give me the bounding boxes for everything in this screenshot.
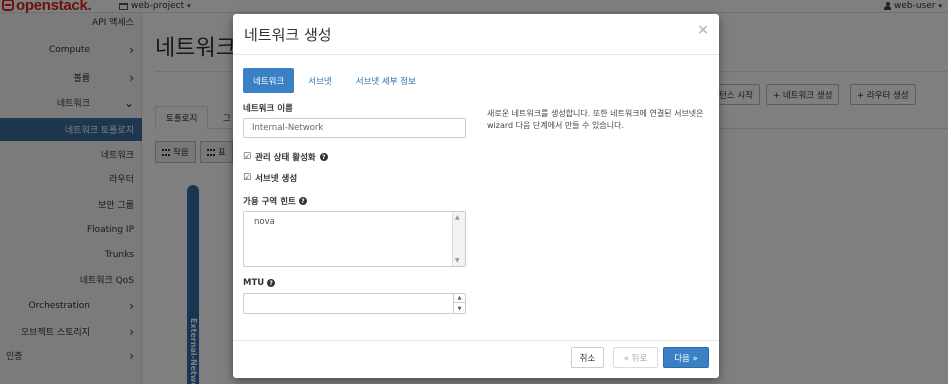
network-name-label: 네트워크 이름: [243, 104, 293, 114]
tab-subnet[interactable]: 서브넷: [298, 68, 341, 93]
mtu-label: MTU ?: [243, 278, 276, 288]
mtu-stepper[interactable]: ▲ ▼: [453, 294, 465, 313]
decrement-icon[interactable]: ▼: [454, 304, 465, 313]
close-icon[interactable]: ×: [697, 22, 709, 38]
cancel-button[interactable]: 취소: [571, 347, 604, 368]
mtu-input[interactable]: ▲ ▼: [243, 293, 466, 314]
admin-state-checkbox[interactable]: ☑ 관리 상태 활성화 ?: [243, 151, 328, 163]
tab-network[interactable]: 네트워크: [243, 68, 295, 93]
scrollbar[interactable]: ▲ ▼: [452, 212, 465, 266]
back-button[interactable]: « 뒤로: [613, 347, 658, 368]
modal-footer: 취소 « 뒤로 다음 »: [233, 340, 719, 378]
help-icon[interactable]: ?: [267, 279, 276, 287]
scroll-up-icon[interactable]: ▲: [455, 214, 460, 221]
wizard-tabs: 네트워크 서브넷 서브넷 세부 정보: [243, 68, 430, 93]
tab-subnet-details[interactable]: 서브넷 세부 정보: [346, 68, 426, 93]
az-hint-select[interactable]: nova ▲ ▼: [243, 211, 466, 267]
az-option-nova[interactable]: nova: [254, 217, 275, 227]
help-icon[interactable]: ?: [319, 153, 328, 161]
az-hint-label: 가용 구역 힌트 ?: [243, 195, 307, 207]
scroll-down-icon[interactable]: ▼: [455, 257, 460, 264]
help-text: 새로운 네트워크를 생성합니다. 또한 네트워크에 연결된 서브넷은 wizar…: [487, 109, 704, 130]
modal-title: 네트워크 생성: [244, 26, 332, 44]
modal-header: 네트워크 생성 ×: [233, 14, 719, 55]
help-icon[interactable]: ?: [298, 197, 307, 205]
network-name-input[interactable]: Internal-Network: [243, 118, 466, 138]
next-button[interactable]: 다음 »: [663, 347, 709, 368]
checkbox-checked-icon: ☑: [243, 152, 252, 162]
create-network-modal: 네트워크 생성 × 네트워크 서브넷 서브넷 세부 정보 네트워크 이름 Int…: [233, 14, 719, 378]
create-subnet-checkbox[interactable]: ☑ 서브넷 생성: [243, 172, 297, 184]
checkbox-checked-icon: ☑: [243, 173, 252, 183]
increment-icon[interactable]: ▲: [454, 294, 465, 303]
